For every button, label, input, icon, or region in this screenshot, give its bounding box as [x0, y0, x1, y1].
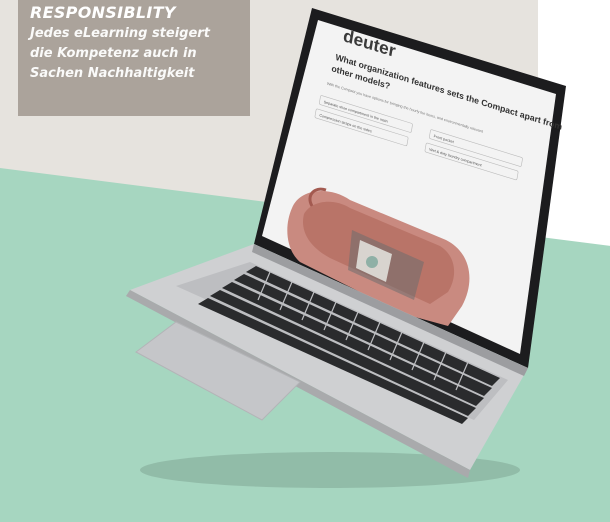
laptop-illustration: deuter What organization features sets t…	[126, 8, 566, 488]
